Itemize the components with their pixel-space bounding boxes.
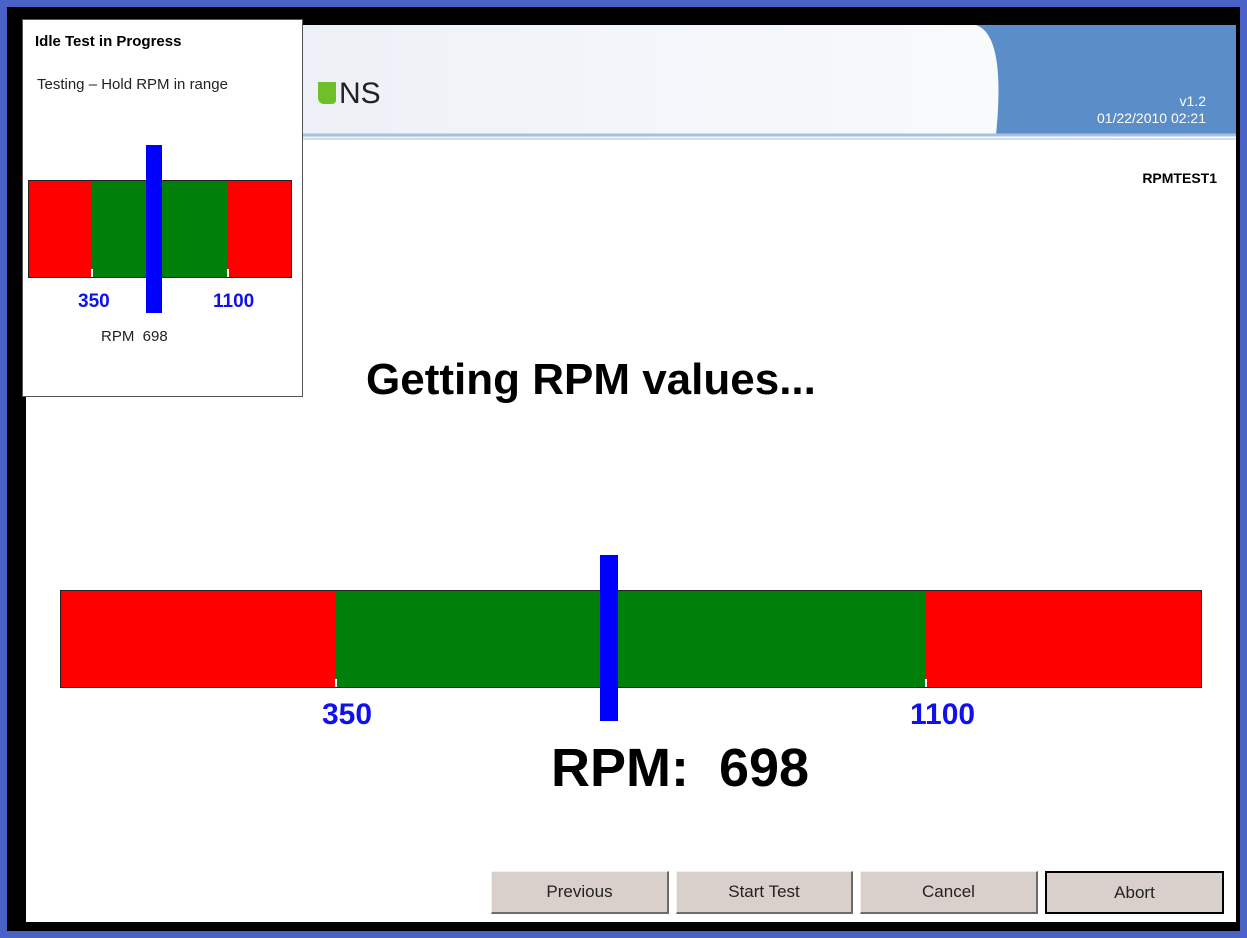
logo-text: NS — [339, 77, 381, 110]
popup-gauge-min-label: 350 — [78, 291, 110, 312]
popup-rpm-readout: RPM 698 — [101, 328, 168, 345]
version-label: v1.2 — [1179, 93, 1206, 109]
gauge-low-zone — [61, 591, 336, 687]
popup-gauge-max-label: 1100 — [213, 291, 255, 312]
popup-gauge-low-tick — [91, 269, 93, 277]
logo-mark-icon — [318, 82, 336, 104]
popup-title: Idle Test in Progress — [35, 33, 182, 50]
popup-message: Testing – Hold RPM in range — [37, 76, 228, 93]
gauge-max-label: 1100 — [910, 698, 976, 731]
rpm-needle — [600, 555, 618, 721]
version-info: v1.2 01/22/2010 02:21 — [1097, 93, 1206, 127]
popup-gauge-high-zone — [228, 181, 291, 277]
datetime-label: 01/22/2010 02:21 — [1097, 110, 1206, 126]
rpm-readout: RPM: 698 — [551, 738, 810, 798]
gauge-high-zone — [926, 591, 1201, 687]
rpm-gauge-bar — [60, 590, 1202, 688]
gauge-min-label: 350 — [322, 698, 373, 731]
cancel-button[interactable]: Cancel — [860, 871, 1038, 914]
abort-button[interactable]: Abort — [1045, 871, 1224, 914]
popup-rpm-needle — [146, 145, 162, 313]
previous-button[interactable]: Previous — [491, 871, 669, 914]
popup-gauge-high-tick — [227, 269, 229, 277]
status-message: Getting RPM values... — [366, 355, 816, 404]
gauge-high-tick — [925, 679, 927, 687]
idle-test-popup: Idle Test in Progress Testing – Hold RPM… — [22, 19, 303, 397]
popup-gauge-low-zone — [29, 181, 92, 277]
gauge-low-tick — [335, 679, 337, 687]
screen-id-label: RPMTEST1 — [1142, 170, 1217, 186]
start-test-button[interactable]: Start Test — [676, 871, 853, 914]
